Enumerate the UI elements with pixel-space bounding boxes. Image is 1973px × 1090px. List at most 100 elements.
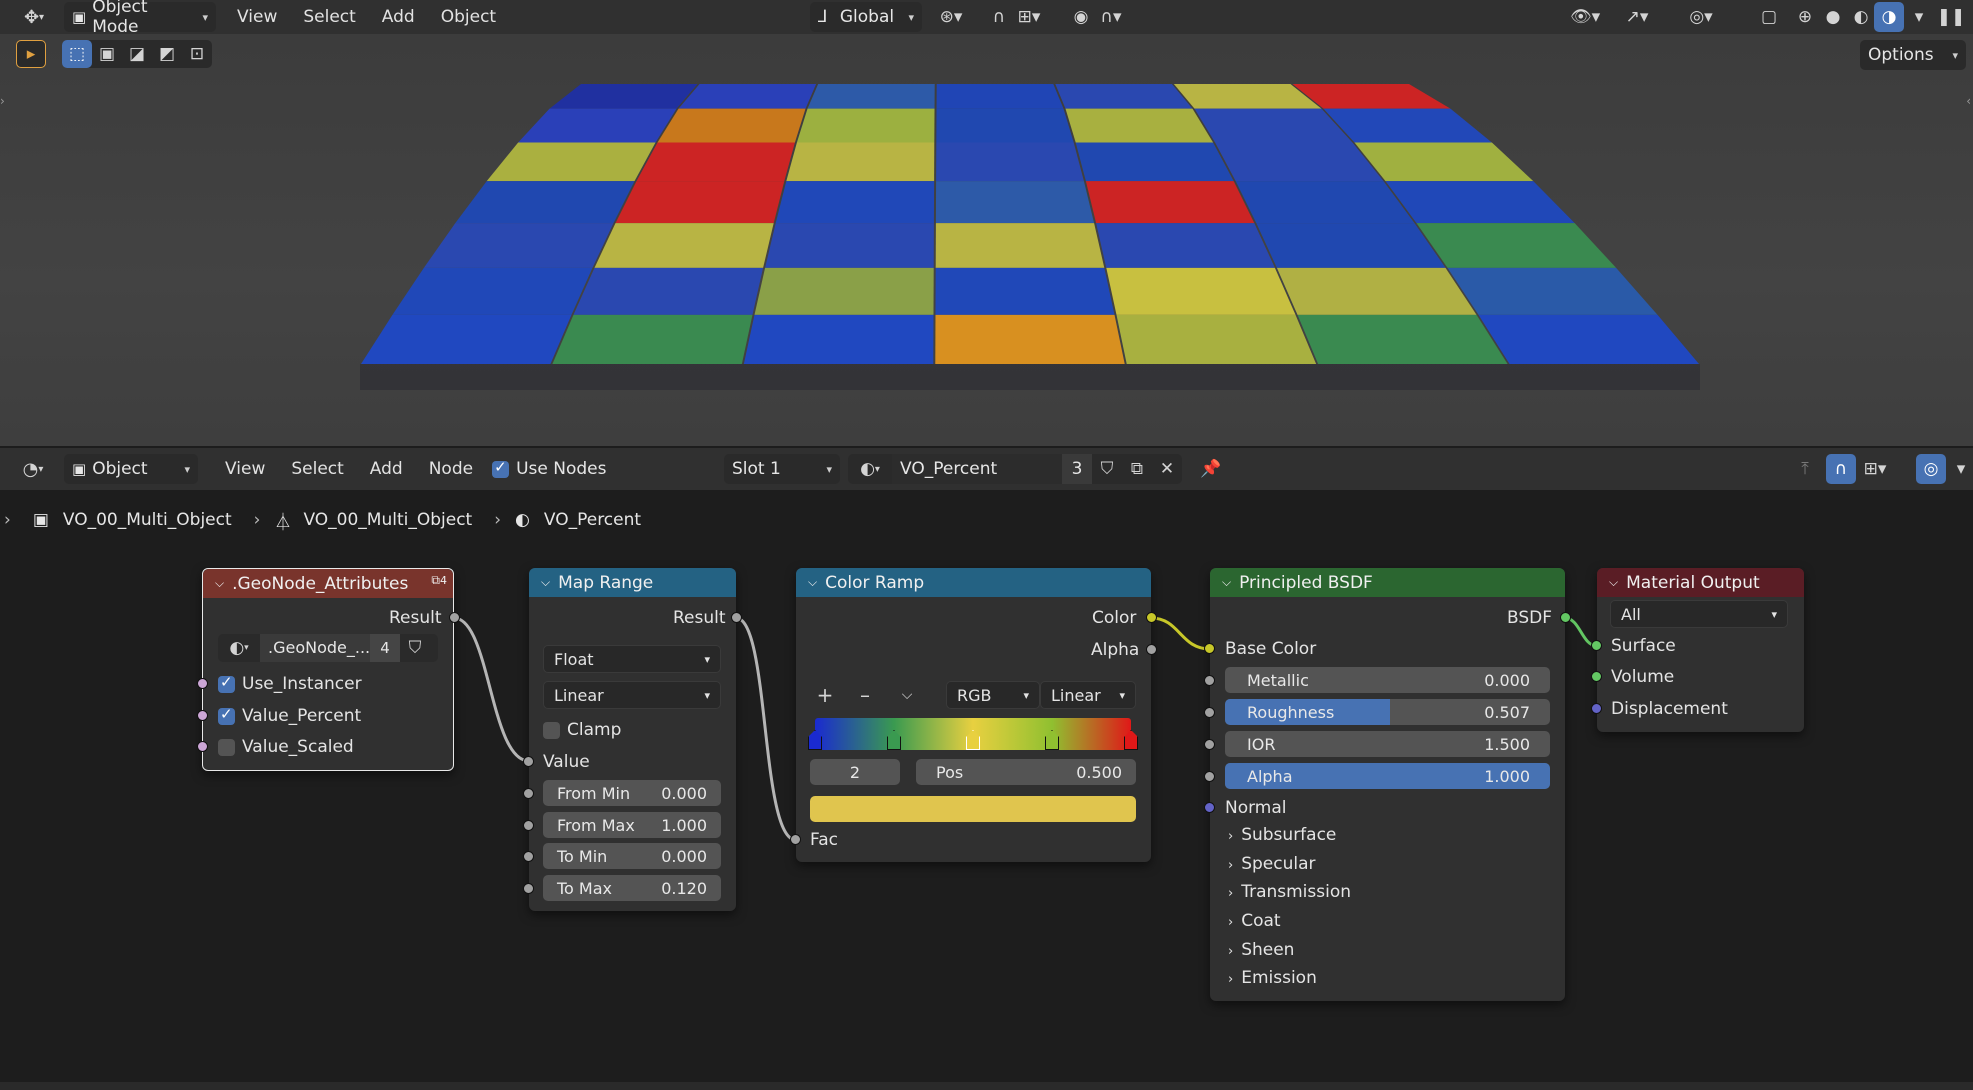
remove-stop-icon[interactable]: – [850, 680, 880, 710]
panel-emission[interactable]: › Emission [1228, 968, 1317, 988]
breadcrumb-material[interactable]: VO_Percent [544, 510, 641, 530]
socket-bsdf-output[interactable] [1560, 612, 1571, 623]
socket-displacement[interactable] [1591, 703, 1602, 714]
breadcrumb-object[interactable]: VO_00_Multi_Object [63, 510, 232, 530]
socket-maprange-result[interactable] [731, 612, 742, 623]
field-metallic[interactable]: Metallic 0.000 [1225, 667, 1550, 693]
active-stop-index[interactable]: 2 [810, 759, 900, 785]
pause-icon[interactable]: ❚❚ [1936, 2, 1966, 32]
socket-to-max[interactable] [523, 883, 534, 894]
socket-ior[interactable] [1204, 739, 1215, 750]
socket-base-color[interactable] [1204, 643, 1215, 654]
fake-user-shield-icon[interactable]: ⛉ [1092, 454, 1122, 484]
menu-select[interactable]: Select [278, 459, 356, 479]
menu-add[interactable]: Add [369, 7, 428, 27]
chevron-down-icon[interactable]: ⌵ [1222, 575, 1231, 590]
panel-subsurface[interactable]: › Subsurface [1228, 825, 1336, 845]
chevron-down-icon[interactable]: ⌵ [808, 575, 817, 590]
shader-type-dropdown[interactable]: ▣ Object ▾ [64, 454, 198, 484]
unlink-material-icon[interactable]: ✕ [1152, 454, 1182, 484]
field-from-max[interactable]: From Max 1.000 [543, 812, 721, 838]
menu-node[interactable]: Node [416, 459, 486, 479]
datablock-count[interactable]: 4 [370, 634, 400, 662]
socket-from-min[interactable] [523, 788, 534, 799]
shading-options-icon[interactable]: ▾ [1904, 2, 1934, 32]
3d-viewport[interactable]: ▸ ⬚ ▣ ◪ ◩ ⊡ Options ▾ › ‹ [0, 34, 1973, 446]
socket-geonode-result[interactable] [449, 612, 460, 623]
menu-view[interactable]: View [212, 459, 278, 479]
color-stop-marker[interactable] [966, 730, 980, 750]
breadcrumb-mesh[interactable]: VO_00_Multi_Object [303, 510, 472, 530]
node-header[interactable]: ⌵ Color Ramp [796, 568, 1151, 597]
checkbox-value-percent[interactable] [218, 705, 235, 725]
clamp-checkbox[interactable] [543, 721, 560, 739]
input-value-percent[interactable]: Value_Percent [218, 705, 361, 726]
menu-object[interactable]: Object [428, 7, 509, 27]
datablock-name[interactable]: .GeoNode_... [260, 634, 370, 662]
pin-icon[interactable]: 📌 [1196, 454, 1226, 484]
xray-icon[interactable]: ▢ [1754, 2, 1784, 32]
chevron-down-icon[interactable]: ⌵ [541, 575, 550, 590]
socket-roughness[interactable] [1204, 707, 1215, 718]
ramp-specials-icon[interactable]: ⌵ [892, 680, 922, 710]
checkbox-value-scaled[interactable] [218, 738, 235, 756]
node-overlays-dropdown-icon[interactable]: ▾ [1946, 454, 1973, 484]
color-stop-marker[interactable] [887, 730, 901, 750]
node-overlays-icon[interactable]: ◎ [1916, 454, 1946, 484]
snap-node-icon[interactable]: ∩ [1826, 454, 1856, 484]
field-to-min[interactable]: To Min 0.000 [543, 843, 721, 869]
socket-value-scaled[interactable] [197, 741, 208, 752]
editor-type-shader-icon[interactable]: ◔ ▾ [12, 455, 54, 483]
socket-value[interactable] [523, 756, 534, 767]
shading-rendered-icon[interactable]: ◑ [1874, 2, 1904, 32]
socket-metallic[interactable] [1204, 675, 1215, 686]
ramp-interpolation-select[interactable]: Linear ▾ [1040, 681, 1136, 709]
output-target-select[interactable]: All ▾ [1610, 600, 1788, 628]
field-from-min[interactable]: From Min 0.000 [543, 780, 721, 806]
field-to-max[interactable]: To Max 0.120 [543, 875, 721, 901]
transform-orientation-dropdown[interactable]: ⅃ Global ▾ [810, 2, 922, 32]
socket-to-min[interactable] [523, 851, 534, 862]
menu-add[interactable]: Add [357, 459, 416, 479]
color-stop-marker[interactable] [1045, 730, 1059, 750]
visibility-icon[interactable]: 👁▾ [1570, 2, 1600, 32]
socket-use-instancer[interactable] [197, 678, 208, 689]
field-roughness[interactable]: Roughness 0.507 [1225, 699, 1550, 725]
pivot-point-icon[interactable]: ⊛▾ [936, 2, 966, 32]
shading-solid-icon[interactable]: ● [1818, 2, 1848, 32]
socket-normal[interactable] [1204, 802, 1215, 813]
panel-specular[interactable]: › Specular [1228, 854, 1316, 874]
material-name-field[interactable]: VO_Percent [892, 454, 1062, 484]
clamp-toggle[interactable]: Clamp [543, 720, 621, 740]
node-header[interactable]: ⌵ .GeoNode_Attributes ⧉4 [203, 569, 453, 598]
snap-grid-icon[interactable]: ⊞▾ [1860, 454, 1890, 484]
stop-position-field[interactable]: Pos 0.500 [916, 759, 1136, 785]
input-value-scaled[interactable]: Value_Scaled [218, 737, 354, 757]
active-stop-color-swatch[interactable] [810, 796, 1136, 822]
socket-volume[interactable] [1591, 671, 1602, 682]
snap-icon[interactable]: ∩ [984, 2, 1014, 32]
fake-user-shield-icon[interactable]: ⛉ [400, 634, 430, 662]
node-header[interactable]: ⌵ Principled BSDF [1210, 568, 1565, 597]
chevron-down-icon[interactable]: ⌵ [215, 576, 224, 591]
slot-dropdown[interactable]: Slot 1 ▾ [724, 454, 840, 484]
menu-select[interactable]: Select [290, 7, 368, 27]
menu-view[interactable]: View [224, 7, 290, 27]
socket-value-percent[interactable] [197, 710, 208, 721]
shading-material-icon[interactable]: ◐ [1846, 2, 1876, 32]
socket-alpha[interactable] [1204, 771, 1215, 782]
socket-alpha-output[interactable] [1146, 644, 1157, 655]
checkbox-use-instancer[interactable] [218, 673, 235, 693]
panel-transmission[interactable]: › Transmission [1228, 882, 1351, 902]
panel-sheen[interactable]: › Sheen [1228, 940, 1294, 960]
field-ior[interactable]: IOR 1.500 [1225, 731, 1550, 757]
socket-surface[interactable] [1591, 640, 1602, 651]
panel-coat[interactable]: › Coat [1228, 911, 1281, 931]
material-browse-icon[interactable]: ◐ ▾ [848, 454, 892, 484]
add-stop-icon[interactable]: + [810, 680, 840, 710]
mode-dropdown[interactable]: ▣ Object Mode ▾ [64, 0, 216, 37]
chevron-down-icon[interactable]: ⌵ [1609, 575, 1618, 590]
node-header[interactable]: ⌵ Material Output [1597, 568, 1804, 597]
shading-wireframe-icon[interactable]: ⊕ [1790, 2, 1820, 32]
gizmo-icon[interactable]: ↗▾ [1622, 2, 1652, 32]
